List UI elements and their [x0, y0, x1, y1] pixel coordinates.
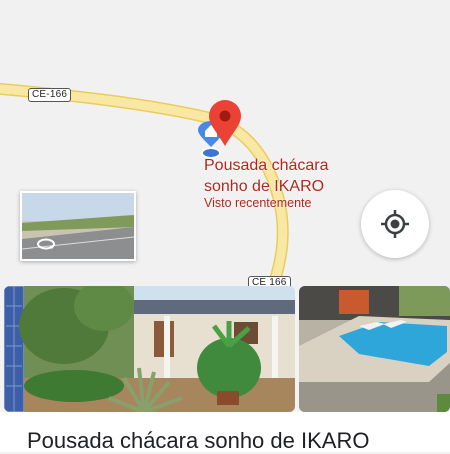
photo-pool[interactable]: [299, 286, 450, 412]
street-view-thumbnail[interactable]: [20, 191, 136, 261]
photo-pousada-exterior: [4, 286, 296, 412]
photo-main[interactable]: [4, 286, 296, 412]
road-shield-ce166: CE-166: [28, 88, 72, 102]
place-card-title[interactable]: Pousada chácara sonho de IKARO: [27, 428, 369, 454]
rotate-360-icon: [37, 238, 55, 250]
map-view[interactable]: CE-166 CE 166 Pousada chácara sonho de I…: [0, 0, 450, 290]
place-name-line2: sonho de IKARO: [204, 178, 325, 195]
recently-viewed-label: Visto recentemente: [204, 196, 312, 210]
photo-pousada-pool: [299, 286, 450, 412]
crosshair-icon: [381, 210, 409, 238]
photo-carousel[interactable]: [0, 286, 450, 412]
place-pin-icon[interactable]: [207, 100, 243, 148]
my-location-button[interactable]: [361, 190, 429, 258]
place-name-line1: Pousada chácara: [204, 157, 329, 174]
place-name-label[interactable]: Pousada chácara sonho de IKARO: [204, 155, 329, 197]
